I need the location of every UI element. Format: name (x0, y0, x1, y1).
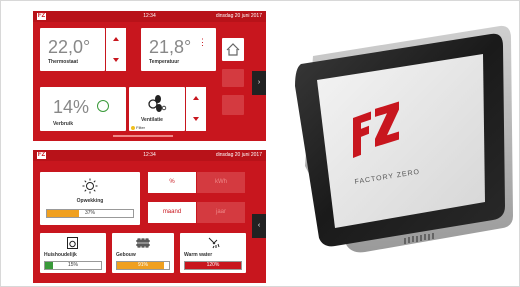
thermostaat-label: Thermostaat (48, 59, 79, 65)
warm-water-value: 120% (206, 262, 220, 268)
shower-icon (208, 237, 220, 249)
date: dinsdag 20 juni 2017 (215, 152, 262, 158)
ventilatie-stepper (186, 87, 206, 131)
ventilatie-tile[interactable]: Ventilatie Filter (129, 87, 185, 131)
increase-icon[interactable] (193, 96, 199, 100)
fan-icon (148, 95, 167, 112)
nav-placeholder-2[interactable] (222, 95, 244, 115)
unit-toggle: % kWh (148, 172, 245, 193)
thermostaat-stepper (106, 28, 126, 71)
page-indicator (113, 135, 173, 137)
verbruik-tile[interactable]: 14% Verbruik (40, 87, 126, 131)
home-icon (226, 43, 240, 56)
thermostaat-value: 22,0° (48, 37, 91, 57)
washing-machine-icon (67, 237, 78, 249)
status-bar: FZ 12:34 dinsdag 20 juni 2017 (33, 150, 266, 161)
opwekking-progress: 37% (46, 209, 134, 218)
ventilatie-label: Ventilatie (141, 117, 163, 123)
screen-energy: FZ 12:34 dinsdag 20 juni 2017 Opwekking … (33, 150, 266, 283)
verbruik-label: Verbruik (53, 121, 74, 127)
opwekking-tile[interactable]: Opwekking 37% (40, 172, 140, 225)
temperatuur-tile[interactable]: 21,8° ⋮ Temperatuur (141, 28, 216, 71)
warm-water-progress: 120% (184, 261, 242, 270)
opwekking-value: 37% (84, 210, 95, 216)
opwekking-label: Opwekking (76, 198, 104, 204)
previous-screen-button[interactable]: ‹ (252, 214, 266, 238)
period-year-option[interactable]: jaar (197, 202, 245, 223)
temperatuur-label: Temperatuur (149, 59, 180, 65)
smiley-icon (97, 100, 109, 112)
warm-water-tile[interactable]: Warm water 120% (180, 233, 246, 273)
warning-dot-icon (131, 125, 135, 130)
period-month-option[interactable]: maand (148, 202, 196, 223)
unit-percent-option[interactable]: % (148, 172, 196, 193)
period-toggle: maand jaar (148, 202, 245, 223)
temperatuur-value: 21,8° (149, 37, 192, 57)
status-bar: FZ 12:34 dinsdag 20 juni 2017 (33, 11, 266, 22)
verbruik-value: 14% (53, 97, 90, 117)
decrease-icon[interactable] (193, 117, 199, 121)
warm-water-label: Warm water (184, 252, 213, 258)
huishoudelijk-label: Huishoudelijk (44, 252, 77, 258)
filter-badge-label: Filter (136, 125, 146, 130)
unit-kwh-option[interactable]: kWh (197, 172, 245, 193)
huishoudelijk-tile[interactable]: Huishoudelijk 15% (40, 233, 106, 273)
huishoudelijk-progress: 15% (44, 261, 102, 270)
more-icon[interactable]: ⋮ (198, 38, 207, 47)
date: dinsdag 20 juni 2017 (215, 13, 262, 19)
screen-overview: FZ 12:34 dinsdag 20 juni 2017 22,0° Ther… (33, 11, 266, 141)
gebouw-label: Gebouw (116, 252, 136, 258)
gebouw-tile[interactable]: Gebouw 91% (112, 233, 174, 273)
gebouw-value: 91% (137, 262, 148, 268)
nav-placeholder-1[interactable] (222, 69, 244, 87)
decrease-icon[interactable] (113, 58, 119, 62)
gebouw-progress: 91% (116, 261, 170, 270)
thermostaat-tile[interactable]: 22,0° Thermostaat (40, 28, 105, 71)
filter-badge: Filter (131, 125, 145, 130)
increase-icon[interactable] (113, 37, 119, 41)
radiator-icon (136, 238, 150, 248)
next-screen-button[interactable]: › (252, 71, 266, 95)
home-button[interactable] (222, 38, 244, 61)
device-photo: FACTORY ZERO (295, 25, 513, 253)
sun-icon (82, 178, 98, 194)
huishoudelijk-value: 15% (67, 262, 78, 268)
